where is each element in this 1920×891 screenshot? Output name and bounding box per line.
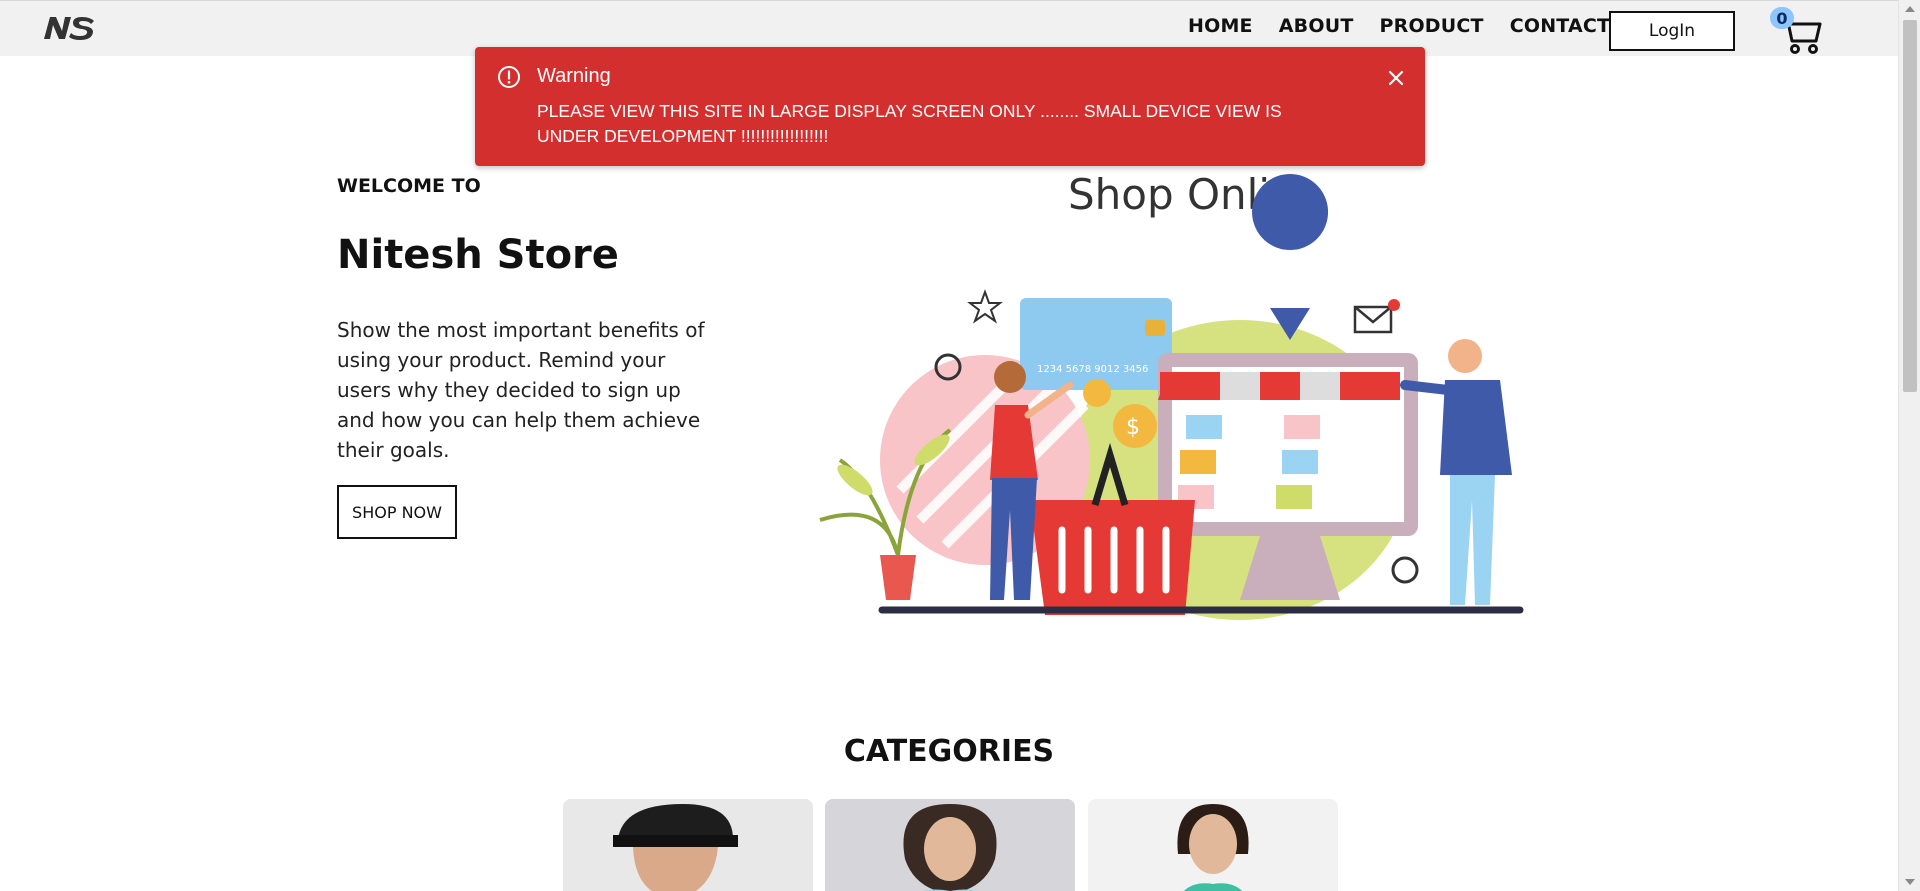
page-scrollbar[interactable] <box>1898 0 1920 891</box>
nav-link-home[interactable]: HOME <box>1188 15 1253 37</box>
nav-link-product[interactable]: PRODUCT <box>1379 15 1483 37</box>
categories-title: CATEGORIES <box>843 734 1055 769</box>
toast-title: Warning <box>537 65 611 87</box>
nav-links: HOME ABOUT PRODUCT CONTACT <box>1188 15 1610 37</box>
women-category-image <box>825 799 1075 891</box>
svg-text:%: % <box>1264 250 1308 301</box>
hero-title: Nitesh Store <box>337 232 619 278</box>
category-card-kids[interactable] <box>1088 799 1338 891</box>
men-category-image <box>563 799 813 891</box>
login-button[interactable]: LogIn <box>1609 11 1735 51</box>
shop-online-illustration: 1234 5678 9012 3456 $ % <box>819 174 1524 620</box>
category-card-men[interactable] <box>563 799 813 891</box>
svg-text:$: $ <box>1126 415 1140 440</box>
scroll-down-arrow-icon[interactable] <box>1905 879 1915 885</box>
hero-welcome: WELCOME TO <box>337 175 481 197</box>
category-card-women[interactable] <box>825 799 1075 891</box>
cart-count-badge: 0 <box>1770 7 1794 29</box>
kids-category-image <box>1088 799 1338 891</box>
warning-toast: Warning PLEASE VIEW THIS SITE IN LARGE D… <box>475 47 1425 166</box>
nav-link-about[interactable]: ABOUT <box>1279 15 1354 37</box>
scroll-thumb[interactable] <box>1903 20 1917 392</box>
scroll-up-arrow-icon[interactable] <box>1905 6 1915 12</box>
ns-logo[interactable] <box>42 13 98 43</box>
svg-text:1234 5678 9012 3456: 1234 5678 9012 3456 <box>1037 364 1148 375</box>
shop-now-button[interactable]: SHOP NOW <box>337 485 457 539</box>
nav-link-contact[interactable]: CONTACT <box>1510 15 1611 37</box>
close-icon[interactable] <box>1385 67 1407 89</box>
toast-message: PLEASE VIEW THIS SITE IN LARGE DISPLAY S… <box>537 101 1282 146</box>
error-circle-icon <box>498 66 520 88</box>
hero-description: Show the most important benefits of usin… <box>337 318 705 462</box>
